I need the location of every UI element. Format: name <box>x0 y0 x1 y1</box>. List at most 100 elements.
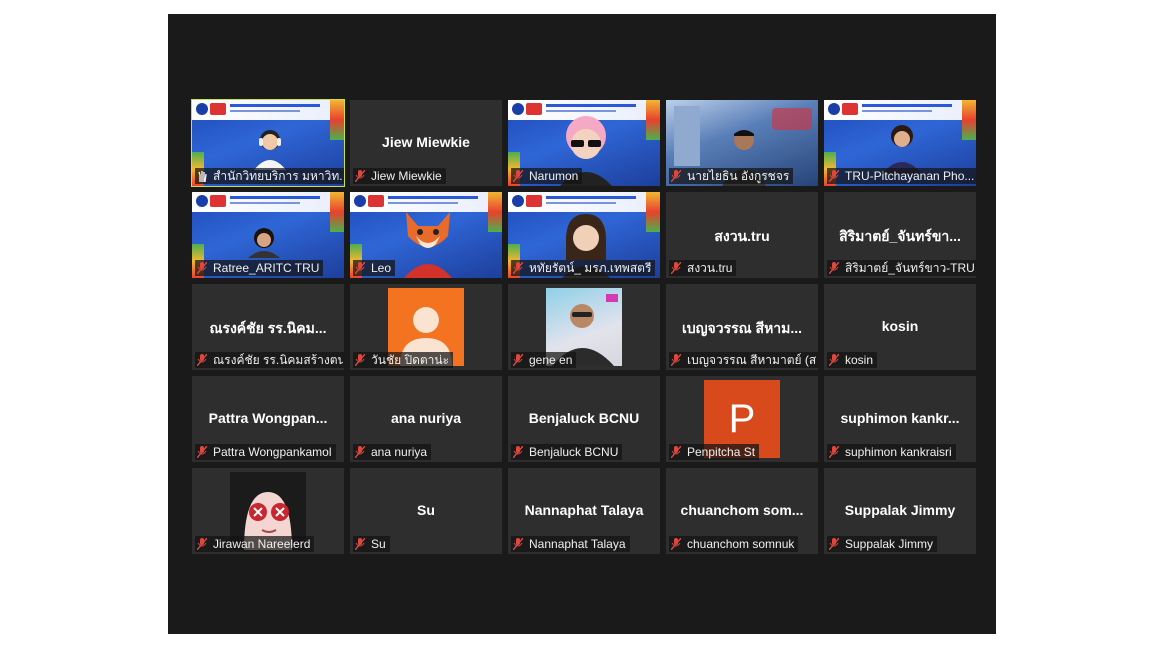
video-grid: สำนักวิทยบริการ มหาวิท... Jiew Miewkie J… <box>191 99 976 554</box>
participant-name: Nannaphat Talaya <box>529 537 626 551</box>
participant-tile[interactable]: ณรงค์ชัย รร.นิคม... ณรงค์ชัย รร.นิคมสร้า… <box>192 284 344 370</box>
participant-display-name: kosin <box>881 318 919 334</box>
participant-name-label: Su <box>353 536 390 552</box>
participant-tile[interactable]: สิริมาตย์_จันทร์ขา... สิริมาตย์_จันทร์ขา… <box>824 192 976 278</box>
mic-muted-icon <box>829 354 839 366</box>
participant-tile[interactable]: Nannaphat Talaya Nannaphat Talaya <box>508 468 660 554</box>
participant-display-name: สงวน.tru <box>714 228 770 244</box>
mic-muted-icon <box>829 538 839 550</box>
participant-name: gene en <box>529 353 573 367</box>
participant-name-label: เบญจวรรณ สีหามาตย์ (ส... <box>669 352 818 368</box>
participant-tile[interactable]: ana nuriya ana nuriya <box>350 376 502 462</box>
mic-muted-icon <box>355 262 365 274</box>
participant-name-label: นายไยธิน อังกูรชจร <box>669 168 794 184</box>
participant-tile[interactable]: สำนักวิทยบริการ มหาวิท... <box>191 99 345 187</box>
participant-name: Leo <box>371 261 392 275</box>
participant-name: ณรงค์ชัย รร.นิคมสร้างตน... <box>213 353 343 367</box>
participant-name: Su <box>371 537 386 551</box>
participant-name-label: TRU-Pitchayanan Pho... <box>827 168 976 184</box>
mic-muted-icon <box>671 262 681 274</box>
participant-tile[interactable]: Su Su <box>350 468 502 554</box>
mic-muted-icon <box>513 354 523 366</box>
mic-muted-icon <box>197 354 207 366</box>
meeting-window: สำนักวิทยบริการ มหาวิท... Jiew Miewkie J… <box>168 14 996 634</box>
mic-muted-icon <box>671 354 681 366</box>
participant-name-label: Jiew Miewkie <box>353 168 446 184</box>
participant-name: Narumon <box>529 169 579 183</box>
participant-name-label: suphimon kankraisri <box>827 444 956 460</box>
participant-name-label: Narumon <box>511 168 583 184</box>
participant-name: สำนักวิทยบริการ มหาวิท... <box>213 169 343 183</box>
mic-muted-icon <box>671 538 681 550</box>
participant-display-name: ana nuriya <box>390 410 462 426</box>
participant-tile[interactable]: Leo <box>350 192 502 278</box>
participant-name: ana nuriya <box>371 445 428 459</box>
participant-tile[interactable]: นายไยธิน อังกูรชจร <box>666 100 818 186</box>
participant-tile[interactable]: เบญจวรรณ สีหาม... เบญจวรรณ สีหามาตย์ (ส.… <box>666 284 818 370</box>
participant-name-label: Ratree_ARITC TRU <box>195 260 324 276</box>
participant-name-label: Suppalak Jimmy <box>827 536 938 552</box>
participant-name: Jirawan Nareelerd <box>213 537 311 551</box>
participant-name-label: Jirawan Nareelerd <box>195 536 315 552</box>
participant-name: Jiew Miewkie <box>371 169 442 183</box>
participant-name: สงวน.tru <box>687 261 733 275</box>
participant-name: Suppalak Jimmy <box>845 537 934 551</box>
participant-tile[interactable]: chuanchom som... chuanchom somnuk <box>666 468 818 554</box>
participant-name: TRU-Pitchayanan Pho... <box>845 169 975 183</box>
participant-tile[interactable]: Ratree_ARITC TRU <box>192 192 344 278</box>
participant-tile[interactable]: Suppalak Jimmy Suppalak Jimmy <box>824 468 976 554</box>
fox-avatar <box>404 212 452 278</box>
participant-name: Penpitcha St <box>687 445 756 459</box>
participant-tile[interactable]: TRU-Pitchayanan Pho... <box>824 100 976 186</box>
participant-name-label: Nannaphat Talaya <box>511 536 630 552</box>
mic-muted-icon <box>829 170 839 182</box>
participant-name: kosin <box>845 353 874 367</box>
participant-name: suphimon kankraisri <box>845 445 952 459</box>
participant-name-label: สงวน.tru <box>669 260 737 276</box>
mic-muted-icon <box>671 446 681 458</box>
participant-name-label: kosin <box>827 352 878 368</box>
participant-tile[interactable]: P Penpitcha St <box>666 376 818 462</box>
person-video <box>248 228 280 258</box>
participant-tile[interactable]: suphimon kankr... suphimon kankraisri <box>824 376 976 462</box>
participant-tile[interactable]: Jiew Miewkie Jiew Miewkie <box>350 100 502 186</box>
mic-muted-icon <box>671 170 681 182</box>
participant-tile[interactable]: kosin kosin <box>824 284 976 370</box>
participant-name-label: สำนักวิทยบริการ มหาวิท... <box>195 168 344 184</box>
participant-display-name: สิริมาตย์_จันทร์ขา... <box>839 228 961 244</box>
mic-muted-icon <box>355 170 365 182</box>
participant-name-label: ana nuriya <box>353 444 432 460</box>
mic-muted-icon <box>513 538 523 550</box>
participant-name: นายไยธิน อังกูรชจร <box>687 169 790 183</box>
mic-muted-icon <box>513 262 523 274</box>
mic-muted-icon <box>355 354 365 366</box>
participant-display-name: Nannaphat Talaya <box>524 502 644 518</box>
participant-tile[interactable]: gene en <box>508 284 660 370</box>
participant-tile[interactable]: วันชัย ปิดตาน่ะ <box>350 284 502 370</box>
person-video <box>254 130 286 170</box>
participant-display-name: Suppalak Jimmy <box>844 502 956 518</box>
participant-display-name: Jiew Miewkie <box>382 134 470 150</box>
participant-tile[interactable]: Jirawan Nareelerd <box>192 468 344 554</box>
participant-tile[interactable]: Pattra Wongpan... Pattra Wongpankamol <box>192 376 344 462</box>
mic-muted-icon <box>829 262 839 274</box>
participant-tile[interactable]: Narumon <box>508 100 660 186</box>
participant-name: วันชัย ปิดตาน่ะ <box>371 353 450 367</box>
participant-display-name: chuanchom som... <box>680 502 804 518</box>
participant-name-label: Penpitcha St <box>669 444 760 460</box>
mic-muted-icon <box>829 446 839 458</box>
participant-name: Ratree_ARITC TRU <box>213 261 320 275</box>
mic-muted-icon <box>513 170 523 182</box>
participant-tile[interactable]: หทัยรัตน์_ มรภ.เทพสตรี <box>508 192 660 278</box>
participant-tile[interactable]: สงวน.tru สงวน.tru <box>666 192 818 278</box>
participant-name-label: Benjaluck BCNU <box>511 444 623 460</box>
participant-name: สิริมาตย์_จันทร์ขาว-TRU <box>845 261 975 275</box>
participant-name: chuanchom somnuk <box>687 537 795 551</box>
participant-name: หทัยรัตน์_ มรภ.เทพสตรี <box>529 261 652 275</box>
participant-name-label: สิริมาตย์_จันทร์ขาว-TRU <box>827 260 976 276</box>
participant-tile[interactable]: Benjaluck BCNU Benjaluck BCNU <box>508 376 660 462</box>
participant-name-label: chuanchom somnuk <box>669 536 799 552</box>
participant-name: Pattra Wongpankamol <box>213 445 332 459</box>
participant-display-name: suphimon kankr... <box>840 410 960 426</box>
participant-name-label: Pattra Wongpankamol <box>195 444 336 460</box>
